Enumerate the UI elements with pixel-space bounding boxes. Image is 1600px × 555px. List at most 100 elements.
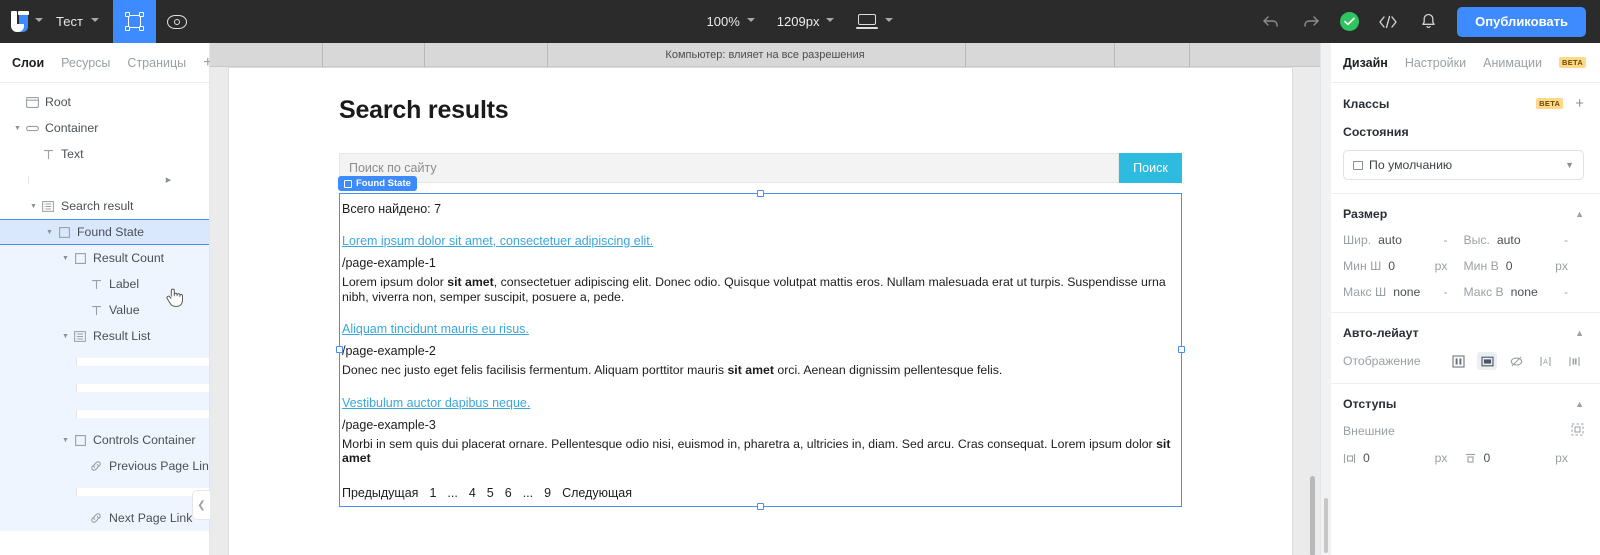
collapse-spacing-button[interactable]: ▲ [1575, 399, 1584, 409]
layer-row-label[interactable]: Label [0, 271, 209, 297]
result-title-link[interactable]: Vestibulum auctor dapibus neque. [342, 396, 530, 410]
tab-pages[interactable]: Страницы [127, 56, 186, 70]
state-select[interactable]: По умолчанию ▼ [1343, 150, 1584, 180]
twisty-down-icon[interactable] [60, 333, 71, 340]
layer-row-next-page-link[interactable]: Next Page Link [0, 505, 209, 531]
zoom-selector[interactable]: 100% [707, 14, 755, 29]
layer-row-found-state[interactable]: Found State [0, 219, 209, 245]
twisty-right-icon[interactable] [76, 488, 209, 496]
twisty-right-icon[interactable] [28, 176, 209, 184]
min-height-field[interactable]: Мин В 0 px [1464, 259, 1585, 273]
height-field[interactable]: Выс. auto - [1464, 233, 1585, 247]
resize-handle-top[interactable] [756, 190, 764, 197]
search-submit-button[interactable]: Поиск [1119, 153, 1182, 183]
page-link[interactable]: 1 [429, 486, 436, 500]
tab-settings[interactable]: Настройки [1405, 56, 1466, 70]
canvas-width-selector[interactable]: 1209px [777, 14, 835, 29]
twisty-down-icon[interactable] [12, 125, 23, 132]
twisty-down-icon[interactable] [60, 437, 71, 444]
display-inline-icon[interactable]: A [1535, 352, 1555, 370]
tab-resources[interactable]: Ресурсы [61, 56, 110, 70]
collapse-size-button[interactable]: ▲ [1575, 209, 1584, 219]
resize-handle-left[interactable] [336, 345, 343, 353]
collapse-autolayout-button[interactable]: ▲ [1575, 328, 1584, 338]
twisty-down-icon[interactable] [60, 255, 71, 262]
twisty-right-icon[interactable] [76, 384, 209, 392]
page-link[interactable]: 6 [505, 486, 512, 500]
result-title-link[interactable]: Lorem ipsum dolor sit amet, consectetuer… [342, 234, 653, 248]
layer-row-text[interactable]: Text [0, 141, 209, 167]
preview-button[interactable] [156, 0, 199, 43]
page-link[interactable]: 5 [487, 486, 494, 500]
selection-badge[interactable]: Found State [338, 176, 417, 191]
margin-top-field[interactable]: 0 px [1464, 451, 1585, 465]
device-selector[interactable] [856, 14, 894, 29]
app-logo-button[interactable] [0, 0, 52, 43]
layer-row-controls-container[interactable]: Controls Container [0, 427, 209, 453]
layer-row-root[interactable]: Root [0, 89, 209, 115]
display-flex-icon[interactable] [1564, 352, 1584, 370]
notifications-button[interactable] [1417, 11, 1439, 33]
resize-handle-right[interactable] [1178, 345, 1185, 353]
page-link[interactable]: 4 [469, 486, 476, 500]
layer-label: Value [109, 303, 140, 317]
result-title-link[interactable]: Aliquam tincidunt mauris eu risus. [342, 322, 529, 336]
collapse-left-panel-button[interactable]: ❮ [192, 490, 210, 520]
twisty-right-icon[interactable] [76, 410, 209, 418]
max-height-field[interactable]: Макс В none - [1464, 285, 1585, 299]
twisty-right-icon[interactable] [76, 358, 209, 366]
code-button[interactable] [1377, 11, 1399, 33]
block-icon [55, 226, 73, 238]
display-none-icon[interactable] [1506, 352, 1526, 370]
publish-button[interactable]: Опубликовать [1457, 6, 1586, 37]
layer-row-container[interactable]: Container [0, 115, 209, 141]
frame-tool-button[interactable] [112, 0, 156, 43]
layer-label: Found State [77, 225, 144, 239]
layer-row-result-count[interactable]: Result Count [0, 245, 209, 271]
resize-handle-bottom[interactable] [756, 502, 764, 510]
block-icon [71, 252, 89, 264]
layer-row-previous-page-link[interactable]: Previous Page Link [0, 453, 209, 479]
margin-left-field[interactable]: 0 px [1343, 451, 1464, 465]
min-width-field[interactable]: Мин Ш 0 px [1343, 259, 1464, 273]
layer-label: Text [61, 147, 84, 161]
chevron-down-icon [746, 17, 755, 26]
tab-layers[interactable]: Слои [12, 56, 44, 70]
search-input[interactable]: Поиск по сайту [339, 153, 1119, 183]
layer-row-result-item[interactable]: Result Item [0, 375, 209, 401]
project-selector[interactable]: Тест [52, 0, 113, 43]
next-page-link[interactable]: Следующая [562, 486, 632, 500]
twisty-down-icon[interactable] [28, 203, 39, 210]
spacing-link-icon[interactable] [1571, 423, 1584, 439]
page-link[interactable]: 9 [544, 486, 551, 500]
width-field[interactable]: Шир. auto - [1343, 233, 1464, 247]
top-right-actions: Опубликовать [1260, 6, 1600, 37]
right-panel-scrollbar[interactable] [1324, 498, 1328, 553]
result-desc-post: orci. Aenean dignissim pellentesque feli… [773, 363, 1003, 377]
layer-row-page-list[interactable]: Page List [0, 479, 209, 505]
page-title: Search results [339, 96, 509, 124]
taptop-logo-icon [10, 10, 30, 33]
layer-row-result-item[interactable]: Result Item [0, 349, 209, 375]
saved-check-icon [1344, 17, 1356, 26]
layer-row-search-result[interactable]: Search result [0, 193, 209, 219]
redo-button[interactable] [1300, 11, 1322, 33]
result-desc-highlight: sit amet [447, 275, 494, 289]
tab-animations[interactable]: Анимации [1483, 56, 1542, 70]
previous-page-link[interactable]: Предыдущая [342, 486, 418, 500]
layer-row-value[interactable]: Value [0, 297, 209, 323]
layer-row-result-item[interactable]: Result Item [0, 401, 209, 427]
canvas-scrollbar[interactable] [1310, 476, 1315, 555]
layer-row-search[interactable]: Search [0, 167, 209, 193]
main-body: Слои Ресурсы Страницы + Root Container Tex… [0, 43, 1600, 555]
found-state-block[interactable]: Всего найдено: 7 Lorem ipsum dolor sit a… [336, 190, 1185, 510]
max-width-field[interactable]: Макс Ш none - [1343, 285, 1464, 299]
display-block-icon[interactable] [1477, 352, 1497, 370]
display-columns-icon[interactable] [1448, 352, 1468, 370]
add-class-button[interactable]: + [1575, 96, 1584, 111]
twisty-down-icon[interactable] [44, 229, 55, 236]
undo-button[interactable] [1260, 11, 1282, 33]
tab-design[interactable]: Дизайн [1343, 56, 1388, 70]
saved-status-button[interactable] [1340, 12, 1360, 31]
layer-row-result-list[interactable]: Result List [0, 323, 209, 349]
